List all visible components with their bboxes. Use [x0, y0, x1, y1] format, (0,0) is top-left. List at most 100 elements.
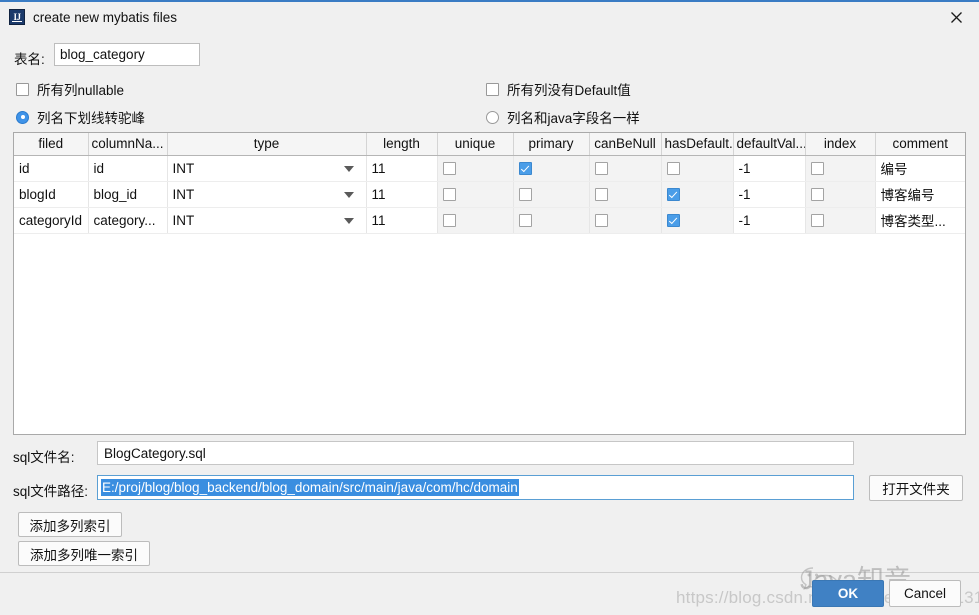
checkbox-icon[interactable]	[810, 162, 824, 176]
checkbox-icon[interactable]	[666, 162, 680, 176]
cell-length: 11	[366, 207, 438, 234]
cell-type-value: INT	[172, 160, 195, 176]
sql-file-name-input[interactable]	[97, 441, 854, 465]
column-header-index[interactable]: index	[805, 133, 876, 156]
cell-index	[805, 181, 876, 208]
cell-primary	[513, 155, 590, 182]
intellij-idea-icon: IJ	[9, 9, 25, 25]
underscore-to-camel-radio[interactable]: 列名下划线转驼峰	[16, 107, 145, 127]
cell-columnName: id	[88, 155, 168, 182]
no-default-value-label: 所有列没有Default值	[507, 83, 631, 98]
close-button[interactable]	[933, 2, 979, 32]
chevron-down-icon[interactable]	[343, 166, 354, 172]
cell-unique	[437, 181, 514, 208]
table-header-row: filed columnNa... type length unique primary c…	[14, 133, 965, 156]
columns-table: filed columnNa... type length unique primary c…	[13, 132, 966, 435]
cell-type[interactable]: INT	[167, 155, 367, 182]
checkbox-icon[interactable]	[810, 214, 824, 228]
cell-comment: 编号	[875, 155, 965, 182]
cell-canBeNull	[589, 207, 662, 234]
checkbox-icon[interactable]	[442, 162, 456, 176]
column-header-type[interactable]: type	[167, 133, 367, 156]
checkbox-checked-icon[interactable]	[666, 188, 680, 202]
checkbox-icon[interactable]	[594, 162, 608, 176]
column-header-primary[interactable]: primary	[513, 133, 590, 156]
dialog-titlebar: IJ create new mybatis files	[0, 2, 979, 33]
cell-canBeNull	[589, 155, 662, 182]
column-header-filed[interactable]: filed	[14, 133, 89, 156]
checkbox-icon	[16, 82, 29, 96]
open-folder-button[interactable]: 打开文件夹	[869, 475, 963, 501]
cell-primary	[513, 181, 590, 208]
add-multi-column-index-button[interactable]: 添加多列索引	[18, 512, 122, 537]
column-header-comment[interactable]: comment	[875, 133, 965, 156]
cell-defaultValue: -1	[733, 181, 806, 208]
sql-file-path-value: E:/proj/blog/blog_backend/blog_domain/sr…	[101, 479, 519, 496]
all-columns-nullable-label: 所有列nullable	[37, 83, 125, 98]
cell-length: 11	[366, 155, 438, 182]
create-mybatis-files-dialog: IJ create new mybatis files 表名: 所有列nulla…	[0, 0, 979, 615]
checkbox-icon[interactable]	[810, 188, 824, 202]
column-header-length[interactable]: length	[366, 133, 438, 156]
dialog-title: create new mybatis files	[33, 10, 178, 25]
table-name-input[interactable]	[54, 43, 200, 66]
table-row[interactable]: categoryId category... INT 11 -1 博客类型...	[14, 207, 965, 234]
cell-columnName: category...	[88, 207, 168, 234]
cell-index	[805, 207, 876, 234]
cell-type-value: INT	[172, 212, 195, 228]
radio-icon	[486, 110, 499, 124]
cell-hasDefault	[661, 155, 734, 182]
close-icon	[950, 11, 962, 23]
checkbox-icon[interactable]	[594, 188, 608, 202]
checkbox-icon[interactable]	[442, 188, 456, 202]
checkbox-icon[interactable]	[518, 188, 532, 202]
cancel-button[interactable]: Cancel	[889, 580, 961, 607]
table-row[interactable]: id id INT 11 -1 编号	[14, 155, 965, 182]
column-header-columnName[interactable]: columnNa...	[88, 133, 168, 156]
column-header-hasDefault[interactable]: hasDefault...	[661, 133, 734, 156]
all-columns-nullable-checkbox[interactable]: 所有列nullable	[16, 79, 124, 99]
cell-filed: categoryId	[14, 207, 89, 234]
ok-button[interactable]: OK	[812, 580, 884, 607]
cell-filed: id	[14, 155, 89, 182]
cell-comment: 博客编号	[875, 181, 965, 208]
checkbox-icon[interactable]	[594, 214, 608, 228]
checkbox-icon	[486, 82, 499, 96]
cell-hasDefault	[661, 207, 734, 234]
table-row[interactable]: blogId blog_id INT 11 -1 博客编号	[14, 181, 965, 208]
cell-canBeNull	[589, 181, 662, 208]
checkbox-checked-icon[interactable]	[666, 214, 680, 228]
add-multi-column-unique-index-button[interactable]: 添加多列唯一索引	[18, 541, 150, 566]
cell-primary	[513, 207, 590, 234]
sql-file-name-label: sql文件名:	[13, 450, 75, 465]
checkbox-icon[interactable]	[442, 214, 456, 228]
sql-file-path-label: sql文件路径:	[13, 484, 89, 499]
radio-selected-icon	[16, 110, 29, 124]
underscore-to-camel-label: 列名下划线转驼峰	[37, 111, 145, 126]
cell-index	[805, 155, 876, 182]
column-header-defaultValue[interactable]: defaultVal...	[733, 133, 806, 156]
cell-defaultValue: -1	[733, 207, 806, 234]
cell-unique	[437, 155, 514, 182]
cell-length: 11	[366, 181, 438, 208]
cell-unique	[437, 207, 514, 234]
cell-type-value: INT	[172, 186, 195, 202]
cell-type[interactable]: INT	[167, 181, 367, 208]
chevron-down-icon[interactable]	[343, 218, 354, 224]
column-header-canBeNull[interactable]: canBeNull	[589, 133, 662, 156]
column-header-unique[interactable]: unique	[437, 133, 514, 156]
cell-columnName: blog_id	[88, 181, 168, 208]
cell-comment: 博客类型...	[875, 207, 965, 234]
same-as-java-field-radio[interactable]: 列名和java字段名一样	[486, 107, 640, 127]
chevron-down-icon[interactable]	[343, 192, 354, 198]
checkbox-icon[interactable]	[518, 214, 532, 228]
checkbox-checked-icon[interactable]	[518, 162, 532, 176]
cell-type[interactable]: INT	[167, 207, 367, 234]
same-as-java-field-label: 列名和java字段名一样	[507, 111, 640, 126]
cell-defaultValue: -1	[733, 155, 806, 182]
no-default-value-checkbox[interactable]: 所有列没有Default值	[486, 79, 631, 99]
footer-divider	[0, 572, 979, 573]
table-name-label: 表名:	[14, 52, 45, 67]
sql-file-path-input[interactable]: E:/proj/blog/blog_backend/blog_domain/sr…	[97, 475, 854, 500]
cell-filed: blogId	[14, 181, 89, 208]
